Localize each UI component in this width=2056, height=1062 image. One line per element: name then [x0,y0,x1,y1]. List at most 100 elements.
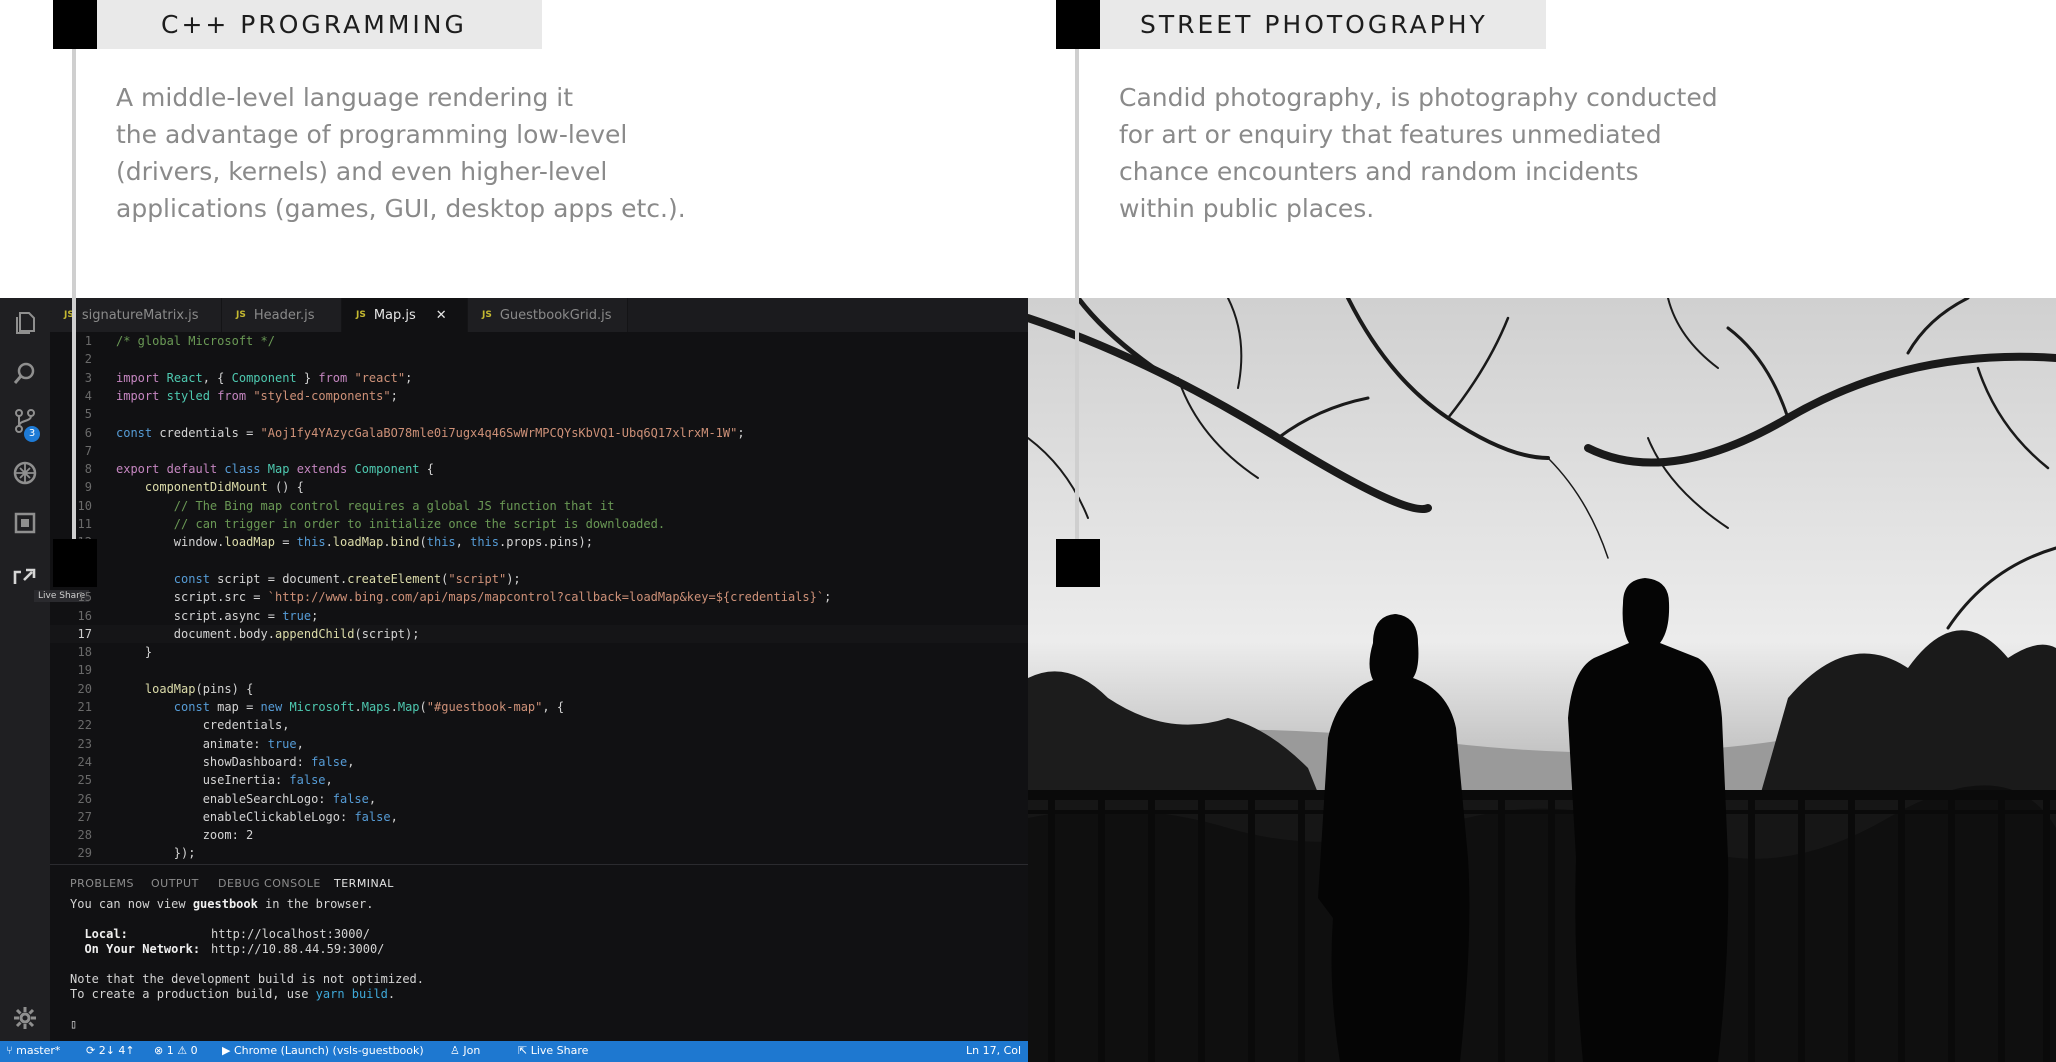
terminal-network-url[interactable]: http://10.88.44.59:3000/ [211,942,384,956]
code-line[interactable]: 4 import styled from "styled-components"; [50,387,1028,405]
code-line[interactable]: 26 enableSearchLogo: false, [50,790,1028,808]
terminal-note-1: Note that the development build is not o… [70,972,425,986]
panel-tab-debug-console[interactable]: DEBUG CONSOLE [218,877,321,890]
bottom-panel: PROBLEMS OUTPUT DEBUG CONSOLE TERMINAL Y… [50,864,1028,1041]
code-text: script.src = `http://www.bing.com/api/ma… [173,590,832,605]
activity-bar: 3 Live Share [0,298,90,1041]
search-icon[interactable] [10,358,40,388]
source-control-badge: 3 [24,426,40,442]
tab-label: signatureMatrix.js [81,307,199,323]
line-number: 7 [84,443,92,458]
left-caption-line-1: A middle-level language rendering it [116,83,574,112]
line-number: 5 [84,407,92,422]
code-line[interactable]: 12 window.loadMap = this.loadMap.bind(th… [50,533,1028,551]
panel-tab-terminal[interactable]: TERMINAL [334,877,394,890]
debug-icon[interactable] [10,458,40,488]
line-number: 8 [84,462,92,477]
code-line[interactable]: 15 script.src = `http://www.bing.com/api… [50,588,1028,606]
code-line[interactable]: 11 // can trigger in order to initialize… [50,515,1028,533]
code-line[interactable]: 8 export default class Map extends Compon… [50,460,1028,478]
terminal-local-url[interactable]: http://localhost:3000/ [211,927,370,941]
code-area[interactable]: 1/* global Microsoft */ 2 3 import React, {… [50,332,1028,862]
terminal-local: Local: [70,927,128,941]
line-number: 18 [77,645,92,660]
panel-tab-output[interactable]: OUTPUT [151,877,199,890]
code-line[interactable]: 25 useInertia: false, [50,771,1028,789]
js-file-icon: JS [482,310,492,320]
live-share-icon[interactable] [10,560,40,590]
terminal-cursor[interactable]: ▯ [70,1017,77,1031]
right-caption-line [1075,49,1079,539]
left-caption-title: C++ PROGRAMMING [161,10,467,39]
code-text: export default class Map extends Compone… [116,462,434,477]
code-line[interactable]: 2 [50,350,1028,368]
line-number: 17 [77,626,92,641]
branch-indicator[interactable]: ⑂ master* [6,1044,60,1057]
line-number: 25 [77,773,92,788]
code-line[interactable]: 3 import React, { Component } from "react… [50,369,1028,387]
terminal-note-2: To create a production build, use yarn b… [70,987,396,1001]
app-name: guestbook [192,897,258,911]
files-icon[interactable] [10,308,40,338]
code-line[interactable]: 16 script.async = true; [50,607,1028,625]
gear-icon[interactable] [10,1003,40,1033]
code-text: script.async = true; [173,608,319,623]
line-number: 1 [84,334,92,348]
line-number: 28 [77,828,92,843]
left-caption-anchor-overlay [53,539,97,587]
live-share-status[interactable]: ⇱ Live Share [518,1044,588,1057]
code-line[interactable]: 9 componentDidMount () { [50,478,1028,496]
line-number: 16 [77,608,92,623]
code-line[interactable]: 6 const credentials = "Aoj1fy4YAzycGalaBO… [50,424,1028,442]
problems-indicator[interactable]: ⊗ 1 ⚠ 0 [154,1044,198,1057]
close-tab-icon[interactable]: ✕ [436,308,447,323]
code-line[interactable]: 10 // The Bing map control requires a gl… [50,497,1028,515]
code-line[interactable]: 13 [50,552,1028,570]
code-line[interactable]: 5 [50,405,1028,423]
live-share-user[interactable]: ♙ Jon [450,1044,480,1057]
code-line[interactable]: 29 }); [50,844,1028,862]
right-caption-line-3: chance encounters and random incidents [1119,157,1639,186]
right-caption-tag: STREET PHOTOGRAPHY [1100,0,1546,49]
code-line[interactable]: 7 [50,442,1028,460]
line-number: 3 [84,370,92,385]
code-line[interactable]: 19 [50,661,1028,679]
code-text: showDashboard: false, [202,754,355,769]
right-caption-body: Candid photography, is photography condu… [1119,79,1718,227]
code-text: credentials, [202,718,290,733]
code-line[interactable]: 18 } [50,643,1028,661]
silhouette-couple-photo [1028,298,2056,1062]
right-caption-anchor [1056,539,1100,587]
line-number: 2 [84,352,92,367]
line-number: 10 [77,498,92,513]
code-line[interactable]: 27 enableClickableLogo: false, [50,808,1028,826]
tab-header[interactable]: JS Header.js [222,298,342,332]
code-line[interactable]: 24 showDashboard: false, [50,753,1028,771]
street-photo [1028,298,2056,1062]
code-line[interactable]: 28 zoom: 2 [50,826,1028,844]
extensions-icon[interactable] [10,508,40,538]
line-number: 11 [77,517,92,531]
code-line[interactable]: 21 const map = new Microsoft.Maps.Map("#… [50,698,1028,716]
panel-tab-problems[interactable]: PROBLEMS [70,877,134,890]
tab-label: GuestbookGrid.js [499,307,612,323]
code-line[interactable]: 23 animate: true, [50,735,1028,753]
code-text: useInertia: false, [202,773,333,788]
code-line[interactable]: 22 credentials, [50,716,1028,734]
tab-label: Header.js [253,307,315,323]
debug-config[interactable]: ▶ Chrome (Launch) (vsls-guestbook) [222,1044,424,1057]
code-text: }); [116,846,196,861]
tab-guestbook-grid[interactable]: JS GuestbookGrid.js [468,298,628,332]
right-caption-title: STREET PHOTOGRAPHY [1140,10,1488,39]
sync-indicator[interactable]: ⟳ 2↓ 4↑ [86,1044,135,1057]
page: C++ PROGRAMMING A middle-level language … [0,0,2056,1062]
left-caption-tag: C++ PROGRAMMING [97,0,542,49]
tab-map[interactable]: JS Map.js ✕ [342,298,468,332]
line-number: 26 [77,791,92,806]
editor-tab-strip: JS signatureMatrix.js JS Header.js JS Ma… [50,298,1028,332]
code-line[interactable]: 20 loadMap(pins) { [50,680,1028,698]
code-line[interactable]: 17 document.body.appendChild(script); [50,624,1028,644]
cursor-position[interactable]: Ln 17, Col [966,1044,1021,1057]
code-line[interactable]: 14 const script = document.createElement… [50,570,1028,588]
code-line[interactable]: 1 /* global Microsoft */ [50,332,1028,350]
